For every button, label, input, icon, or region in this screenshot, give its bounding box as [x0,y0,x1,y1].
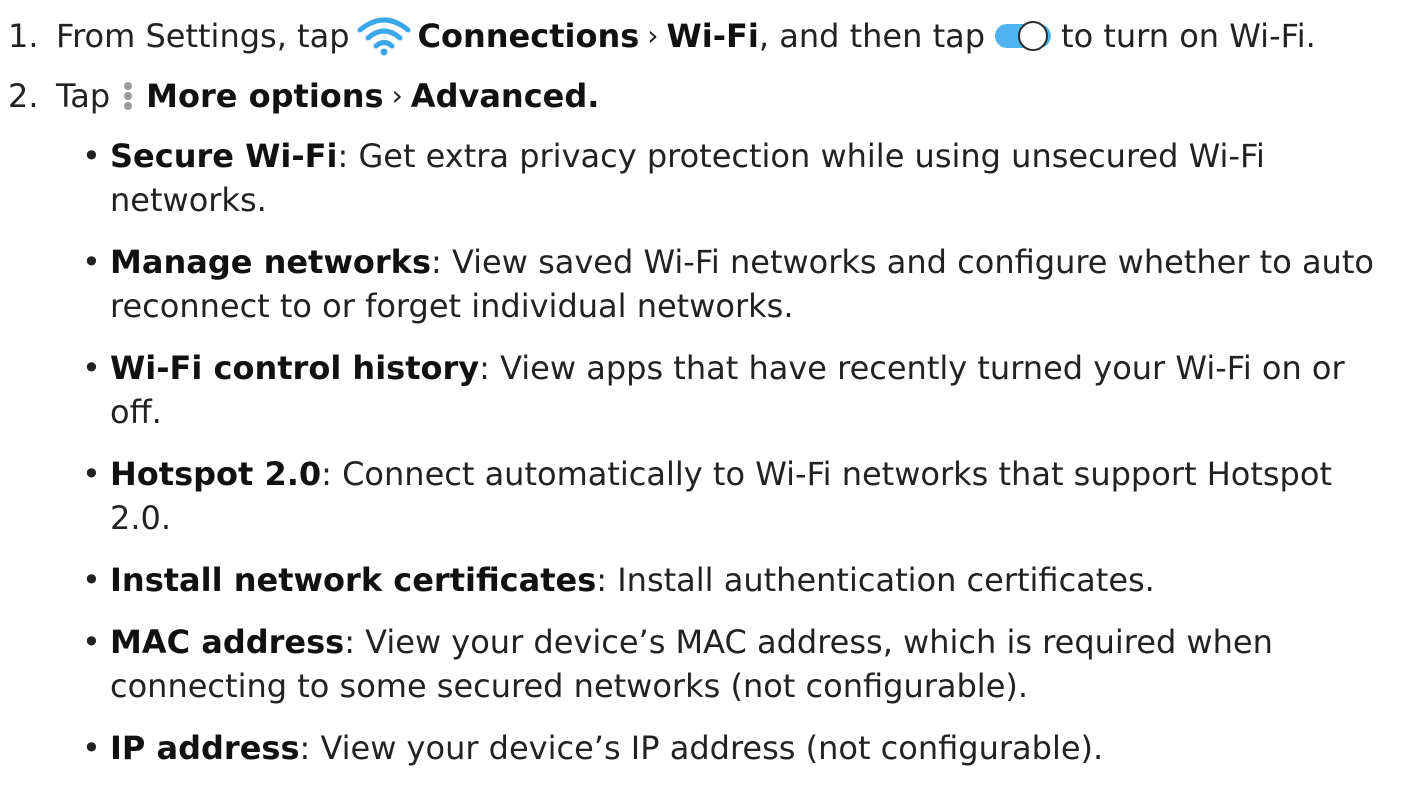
list-item-hotspot: • Hotspot 2.0: Connect automatically to … [0,452,1394,540]
step-number: 1. [8,17,39,55]
bullet-term: Manage networks [110,243,431,281]
bullet-icon: • [82,137,101,175]
wifi-icon [356,16,412,56]
bullet-term: IP address [110,729,300,767]
bullet-term: Install network certificates [110,561,597,599]
bullet-icon: • [82,455,101,493]
bullet-term: MAC address [110,623,345,661]
step-text: Tap [56,77,111,115]
instructions-page: 1. From Settings, tap Connections › Wi-F… [0,0,1414,800]
list-item-secure-wifi: • Secure Wi-Fi: Get extra privacy protec… [0,134,1394,222]
toggle-icon [993,18,1053,54]
step-1: 1. From Settings, tap Connections › Wi-F… [8,14,1316,58]
chevron-right-icon: › [647,19,659,52]
list-item-ip-address: • IP address: View your device’s IP addr… [0,726,1394,770]
bullet-icon: • [82,243,101,281]
bullet-icon: • [82,561,101,599]
step-number: 2. [8,77,39,115]
advanced-label: Advanced. [410,77,600,115]
step-2: 2. Tap More options › Advanced. [8,74,599,118]
list-item-install-certificates: • Install network certificates: Install … [0,558,1394,602]
bullet-desc: : View your device’s IP address (not con… [299,729,1104,767]
bullet-term: Secure Wi-Fi [110,137,338,175]
more-options-icon [116,76,140,116]
more-options-label: More options [146,77,384,115]
bullet-icon: • [82,349,101,387]
step-text: to turn on Wi-Fi. [1061,17,1316,55]
bullet-term: Hotspot 2.0 [110,455,322,493]
list-item-manage-networks: • Manage networks: View saved Wi-Fi netw… [0,240,1394,328]
advanced-options-list: • Secure Wi-Fi: Get extra privacy protec… [0,134,1414,788]
list-item-wifi-control-history: • Wi-Fi control history: View apps that … [0,346,1394,434]
connections-label: Connections [417,17,640,55]
list-item-mac-address: • MAC address: View your device’s MAC ad… [0,620,1394,708]
chevron-right-icon: › [391,79,403,112]
bullet-icon: • [82,729,101,767]
step-text: , and then tap [758,17,986,55]
step-text: From Settings, tap [56,17,350,55]
bullet-desc: : Install authentication certificates. [596,561,1155,599]
wifi-label: Wi-Fi [666,17,759,55]
bullet-term: Wi-Fi control history [110,349,480,387]
bullet-icon: • [82,623,101,661]
